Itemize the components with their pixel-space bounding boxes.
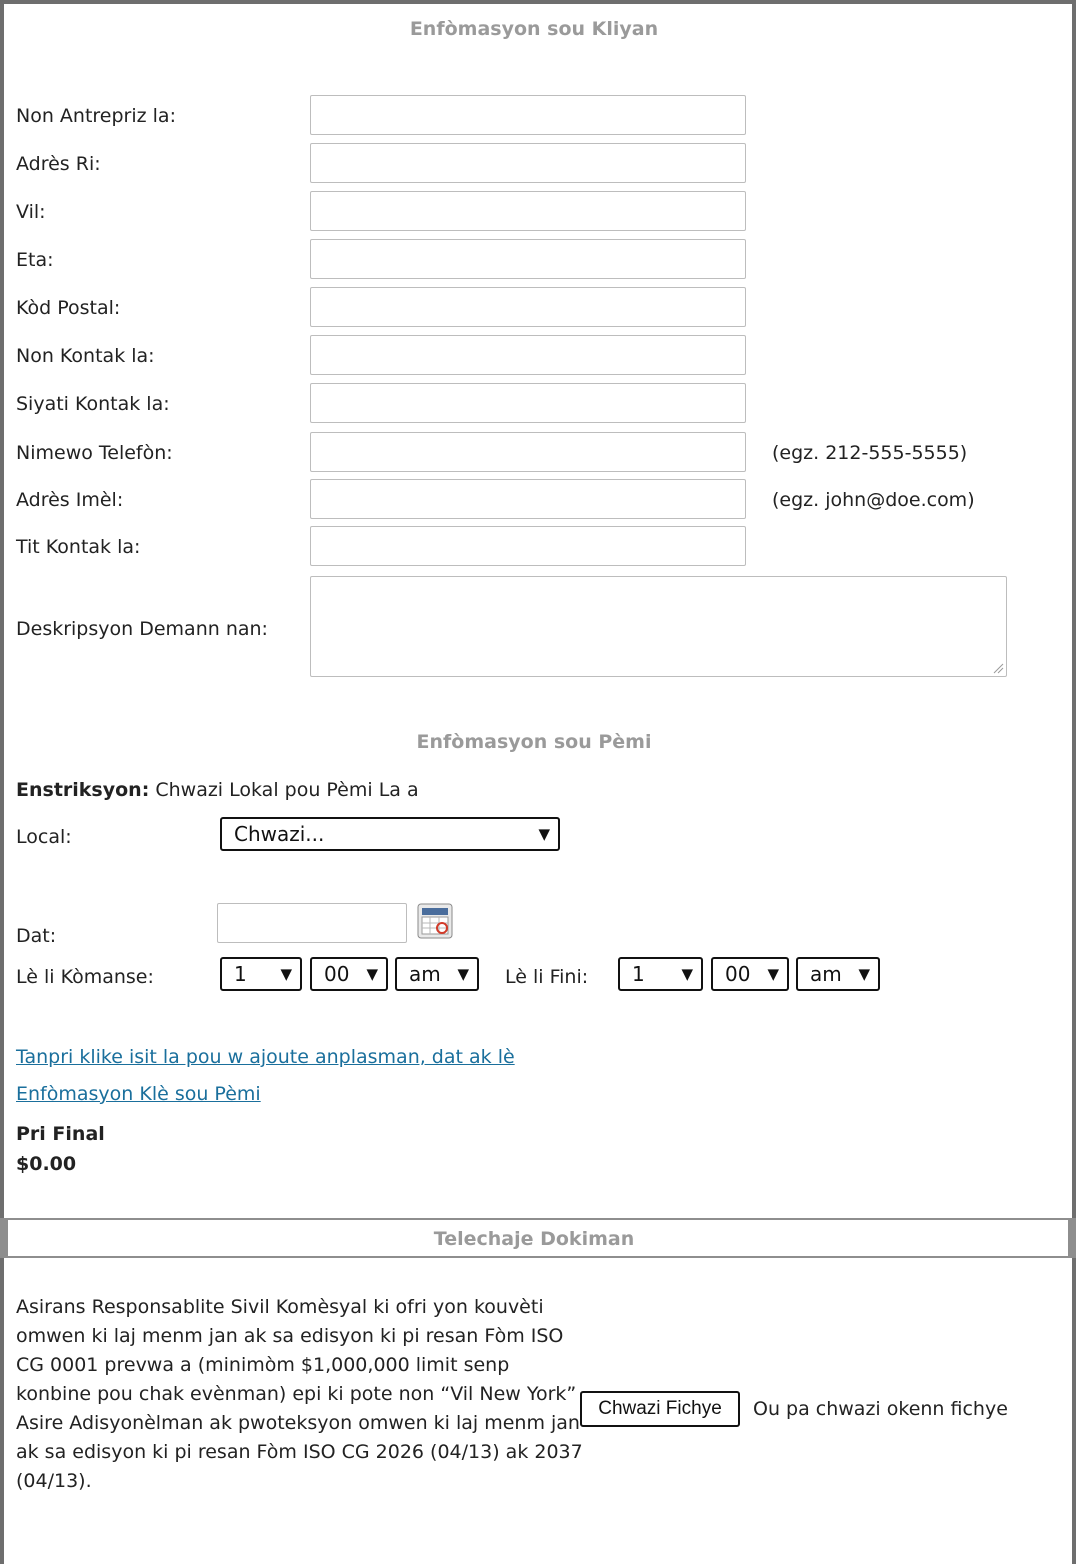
label-contact-surname: Siyati Kontak la: (16, 393, 170, 415)
state-input[interactable] (310, 239, 746, 279)
dropdown-arrow-icon: ▼ (366, 965, 378, 983)
final-price-value: $0.00 (16, 1153, 77, 1175)
phone-input[interactable] (310, 432, 746, 472)
label-contact-name: Non Kontak la: (16, 345, 155, 367)
zip-input[interactable] (310, 287, 746, 327)
description-textarea[interactable] (310, 576, 1007, 677)
start-hour-value: 1 (234, 962, 247, 986)
label-phone: Nimewo Telefòn: (16, 442, 173, 464)
no-file-chosen-text: Ou pa chwazi okenn fichye (753, 1398, 1008, 1420)
label-zip: Kòd Postal: (16, 297, 121, 319)
label-email: Adrès Imèl: (16, 489, 124, 511)
start-ampm-value: am (409, 962, 441, 986)
label-city: Vil: (16, 201, 46, 223)
section-title-upload: Telechaje Dokiman (433, 1228, 635, 1250)
date-input[interactable] (217, 903, 407, 943)
contact-surname-input[interactable] (310, 383, 746, 423)
instruction-line: Enstriksyon: Chwazi Lokal pou Pèmi La a (16, 779, 419, 801)
instruction-text: Chwazi Lokal pou Pèmi La a (155, 779, 419, 801)
start-ampm-select[interactable]: am ▼ (395, 957, 479, 991)
label-end-time: Lè li Fini: (505, 966, 589, 988)
local-select[interactable]: Chwazi... ▼ (220, 817, 560, 851)
dropdown-arrow-icon: ▼ (538, 825, 550, 843)
dropdown-arrow-icon: ▼ (681, 965, 693, 983)
contact-name-input[interactable] (310, 335, 746, 375)
city-input[interactable] (310, 191, 746, 231)
label-state: Eta: (16, 249, 54, 271)
phone-hint: (egz. 212-555-5555) (772, 442, 968, 464)
permit-key-info-link[interactable]: Enfòmasyon Klè sou Pèmi (16, 1083, 261, 1105)
end-hour-select[interactable]: 1 ▼ (618, 957, 703, 991)
add-locations-link[interactable]: Tanpri klike isit la pou w ajoute anplas… (16, 1046, 515, 1068)
calendar-icon[interactable] (416, 902, 454, 940)
instruction-bold: Enstriksyon: (16, 779, 150, 801)
start-minute-value: 00 (324, 962, 350, 986)
label-street-address: Adrès Ri: (16, 153, 101, 175)
start-minute-select[interactable]: 00 ▼ (310, 957, 388, 991)
local-select-value: Chwazi... (234, 822, 325, 846)
end-hour-value: 1 (632, 962, 645, 986)
label-description: Deskripsyon Demann nan: (16, 618, 268, 640)
street-address-input[interactable] (310, 143, 746, 183)
dropdown-arrow-icon: ▼ (457, 965, 469, 983)
end-minute-select[interactable]: 00 ▼ (711, 957, 789, 991)
section-title-permit: Enfòmasyon sou Pèmi (416, 731, 652, 753)
company-name-input[interactable] (310, 95, 746, 135)
section-title-client: Enfòmasyon sou Kliyan (409, 18, 659, 40)
end-ampm-value: am (810, 962, 842, 986)
choose-file-button[interactable]: Chwazi Fichye (580, 1391, 740, 1427)
insurance-requirement-text: Asirans Responsablite Sivil Komèsyal ki … (16, 1296, 583, 1492)
label-company-name: Non Antrepriz la: (16, 105, 176, 127)
email-hint: (egz. john@doe.com) (772, 489, 975, 511)
label-contact-title: Tit Kontak la: (16, 536, 141, 558)
start-hour-select[interactable]: 1 ▼ (220, 957, 302, 991)
label-date: Dat: (16, 925, 57, 947)
email-input[interactable] (310, 479, 746, 519)
contact-title-input[interactable] (310, 526, 746, 566)
dropdown-arrow-icon: ▼ (280, 965, 292, 983)
end-minute-value: 00 (725, 962, 751, 986)
label-local: Local: (16, 826, 72, 848)
dropdown-arrow-icon: ▼ (858, 965, 870, 983)
end-ampm-select[interactable]: am ▼ (796, 957, 880, 991)
final-price-label: Pri Final (16, 1123, 105, 1145)
resize-grip-icon[interactable] (992, 662, 1004, 674)
label-start-time: Lè li Kòmanse: (16, 966, 154, 988)
dropdown-arrow-icon: ▼ (767, 965, 779, 983)
